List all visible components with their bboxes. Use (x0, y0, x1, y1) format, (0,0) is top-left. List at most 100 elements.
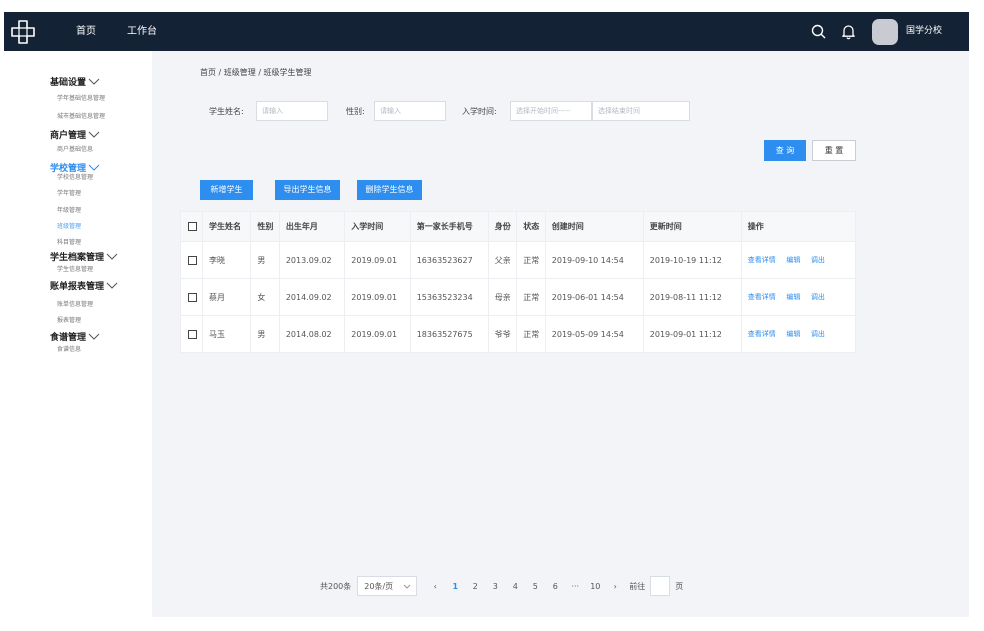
sidebar-item-report[interactable]: 报表管理 (57, 315, 81, 324)
edit-link[interactable]: 编辑 (786, 256, 800, 264)
sidebar-item-school-info[interactable]: 学校信息管理 (57, 172, 93, 181)
select-all-cell (180, 211, 203, 242)
top-nav-bar: 首页 工作台 国学分校 (4, 12, 969, 51)
page-button-10[interactable]: 10 (585, 582, 605, 591)
transfer-out-link[interactable]: 调出 (811, 293, 825, 301)
reset-button[interactable]: 重 置 (812, 140, 856, 161)
col-header-identity: 身份 (487, 211, 518, 242)
sidebar-item-bill-info[interactable]: 账单信息管理 (57, 299, 93, 308)
sidebar-item-student-info[interactable]: 学生信息管理 (57, 264, 93, 273)
cell-birth: 2013.09.02 (278, 241, 346, 279)
cell-phone: 15363523234 (409, 278, 489, 316)
sidebar-item-school-year-info[interactable]: 学年基础信息管理 (57, 93, 105, 102)
page-ellipsis[interactable]: ··· (565, 582, 585, 591)
page-button-3[interactable]: 3 (485, 582, 505, 591)
row-checkbox[interactable] (188, 292, 197, 302)
add-student-button[interactable]: 新增学生 (200, 180, 253, 200)
sidebar-group-label: 商户管理 (50, 131, 87, 141)
prev-page-button[interactable]: ‹ (425, 582, 445, 591)
cell-updated: 2019-09-01 11:12 (642, 315, 742, 353)
cell-status: 正常 (516, 241, 546, 279)
nav-workbench[interactable]: 工作台 (127, 12, 157, 51)
sidebar-group-recipe[interactable]: 食谱管理 (50, 330, 100, 343)
sidebar-group-merchant[interactable]: 商户管理 (50, 128, 100, 141)
table-row: 马玉 男 2014.08.02 2019.09.01 18363527675 爷… (180, 315, 857, 353)
sidebar-item-class[interactable]: 班级管理 (57, 221, 81, 230)
school-name[interactable]: 国学分校 (906, 12, 942, 51)
cell-status: 正常 (516, 278, 546, 316)
cell-updated: 2019-10-19 11:12 (642, 241, 742, 279)
export-students-button[interactable]: 导出学生信息 (275, 180, 340, 200)
col-header-phone: 第一家长手机号 (409, 211, 489, 242)
cell-identity: 爷爷 (487, 315, 518, 353)
app-frame: 首页 工作台 国学分校 基础设置 学年基础信息管理 城市基础信息管理 商户管理 … (4, 12, 969, 617)
cell-name: 马玉 (201, 315, 252, 353)
search-icon[interactable] (810, 23, 827, 40)
avatar[interactable] (872, 19, 898, 45)
cell-name: 蔡月 (201, 278, 252, 316)
goto-suffix: 页 (675, 581, 684, 591)
cell-created: 2019-06-01 14:54 (544, 278, 644, 316)
cell-enroll: 2019.09.01 (344, 278, 411, 316)
nav-home[interactable]: 首页 (76, 12, 96, 51)
sidebar-group-label: 账单报表管理 (50, 282, 105, 292)
sidebar-group-basic-settings[interactable]: 基础设置 (50, 75, 100, 88)
page-size-value: 20条/页 (364, 581, 394, 591)
delete-students-button[interactable]: 删除学生信息 (357, 180, 422, 200)
sidebar-item-grade[interactable]: 年级管理 (57, 205, 81, 214)
chevron-down-icon (88, 164, 100, 171)
row-select-cell (180, 315, 203, 353)
sidebar-item-city-info[interactable]: 城市基础信息管理 (57, 111, 105, 120)
transfer-out-link[interactable]: 调出 (811, 256, 825, 264)
bell-icon[interactable] (840, 23, 857, 40)
sidebar-item-school-year[interactable]: 学年管理 (57, 188, 81, 197)
sidebar-item-subject[interactable]: 科目管理 (57, 237, 81, 246)
student-name-input[interactable]: 请输入 (256, 101, 328, 121)
chevron-down-icon (88, 131, 100, 138)
sidebar-group-billing[interactable]: 账单报表管理 (50, 279, 118, 292)
view-details-link[interactable]: 查看详情 (748, 256, 776, 264)
cell-identity: 母亲 (487, 278, 518, 316)
page-button-1[interactable]: 1 (445, 582, 465, 591)
cell-actions: 查看详情 编辑 调出 (740, 315, 857, 353)
page-button-2[interactable]: 2 (465, 582, 485, 591)
chevron-down-icon (106, 253, 118, 260)
goto-page-input[interactable] (650, 576, 671, 596)
cell-phone: 16363523627 (409, 241, 489, 279)
transfer-out-link[interactable]: 调出 (811, 330, 825, 338)
cell-actions: 查看详情 编辑 调出 (740, 241, 857, 279)
view-details-link[interactable]: 查看详情 (748, 330, 776, 338)
student-name-label: 学生姓名: (209, 107, 244, 116)
cell-gender: 男 (250, 241, 280, 279)
sidebar-item-merchant-info[interactable]: 商户基础信息 (57, 144, 93, 153)
next-page-button[interactable]: › (605, 582, 625, 591)
sidebar-group-label: 基础设置 (50, 78, 87, 88)
row-checkbox[interactable] (188, 255, 197, 265)
cell-birth: 2014.09.02 (278, 278, 346, 316)
col-header-enroll: 入学时间 (344, 211, 411, 242)
row-select-cell (180, 241, 203, 279)
cell-gender: 男 (250, 315, 280, 353)
gender-input[interactable]: 请输入 (374, 101, 446, 121)
enroll-date-end-input[interactable]: 选择结束时间 (592, 101, 690, 121)
row-checkbox[interactable] (188, 329, 197, 339)
edit-link[interactable]: 编辑 (786, 293, 800, 301)
cell-enroll: 2019.09.01 (344, 241, 411, 279)
col-header-gender: 性别 (250, 211, 280, 242)
page-button-6[interactable]: 6 (545, 582, 565, 591)
cell-updated: 2019-08-11 11:12 (642, 278, 742, 316)
table-header-row: 学生姓名 性别 出生年月 入学时间 第一家长手机号 身份 状态 创建时间 更新时… (180, 211, 857, 242)
sidebar-group-student-archive[interactable]: 学生档案管理 (50, 250, 118, 263)
page-button-4[interactable]: 4 (505, 582, 525, 591)
chevron-down-icon (403, 584, 411, 589)
view-details-link[interactable]: 查看详情 (748, 293, 776, 301)
page-size-select[interactable]: 20条/页 (357, 576, 418, 596)
cell-created: 2019-09-10 14:54 (544, 241, 644, 279)
page-button-5[interactable]: 5 (525, 582, 545, 591)
enroll-date-start-input[interactable]: 选择开始时间----- (510, 101, 592, 121)
select-all-checkbox[interactable] (188, 222, 197, 231)
query-button[interactable]: 查 询 (764, 140, 806, 161)
table-row: 李晓 男 2013.09.02 2019.09.01 16363523627 父… (180, 241, 857, 279)
edit-link[interactable]: 编辑 (786, 330, 800, 338)
sidebar-item-recipe-info[interactable]: 食谱信息 (57, 344, 81, 353)
